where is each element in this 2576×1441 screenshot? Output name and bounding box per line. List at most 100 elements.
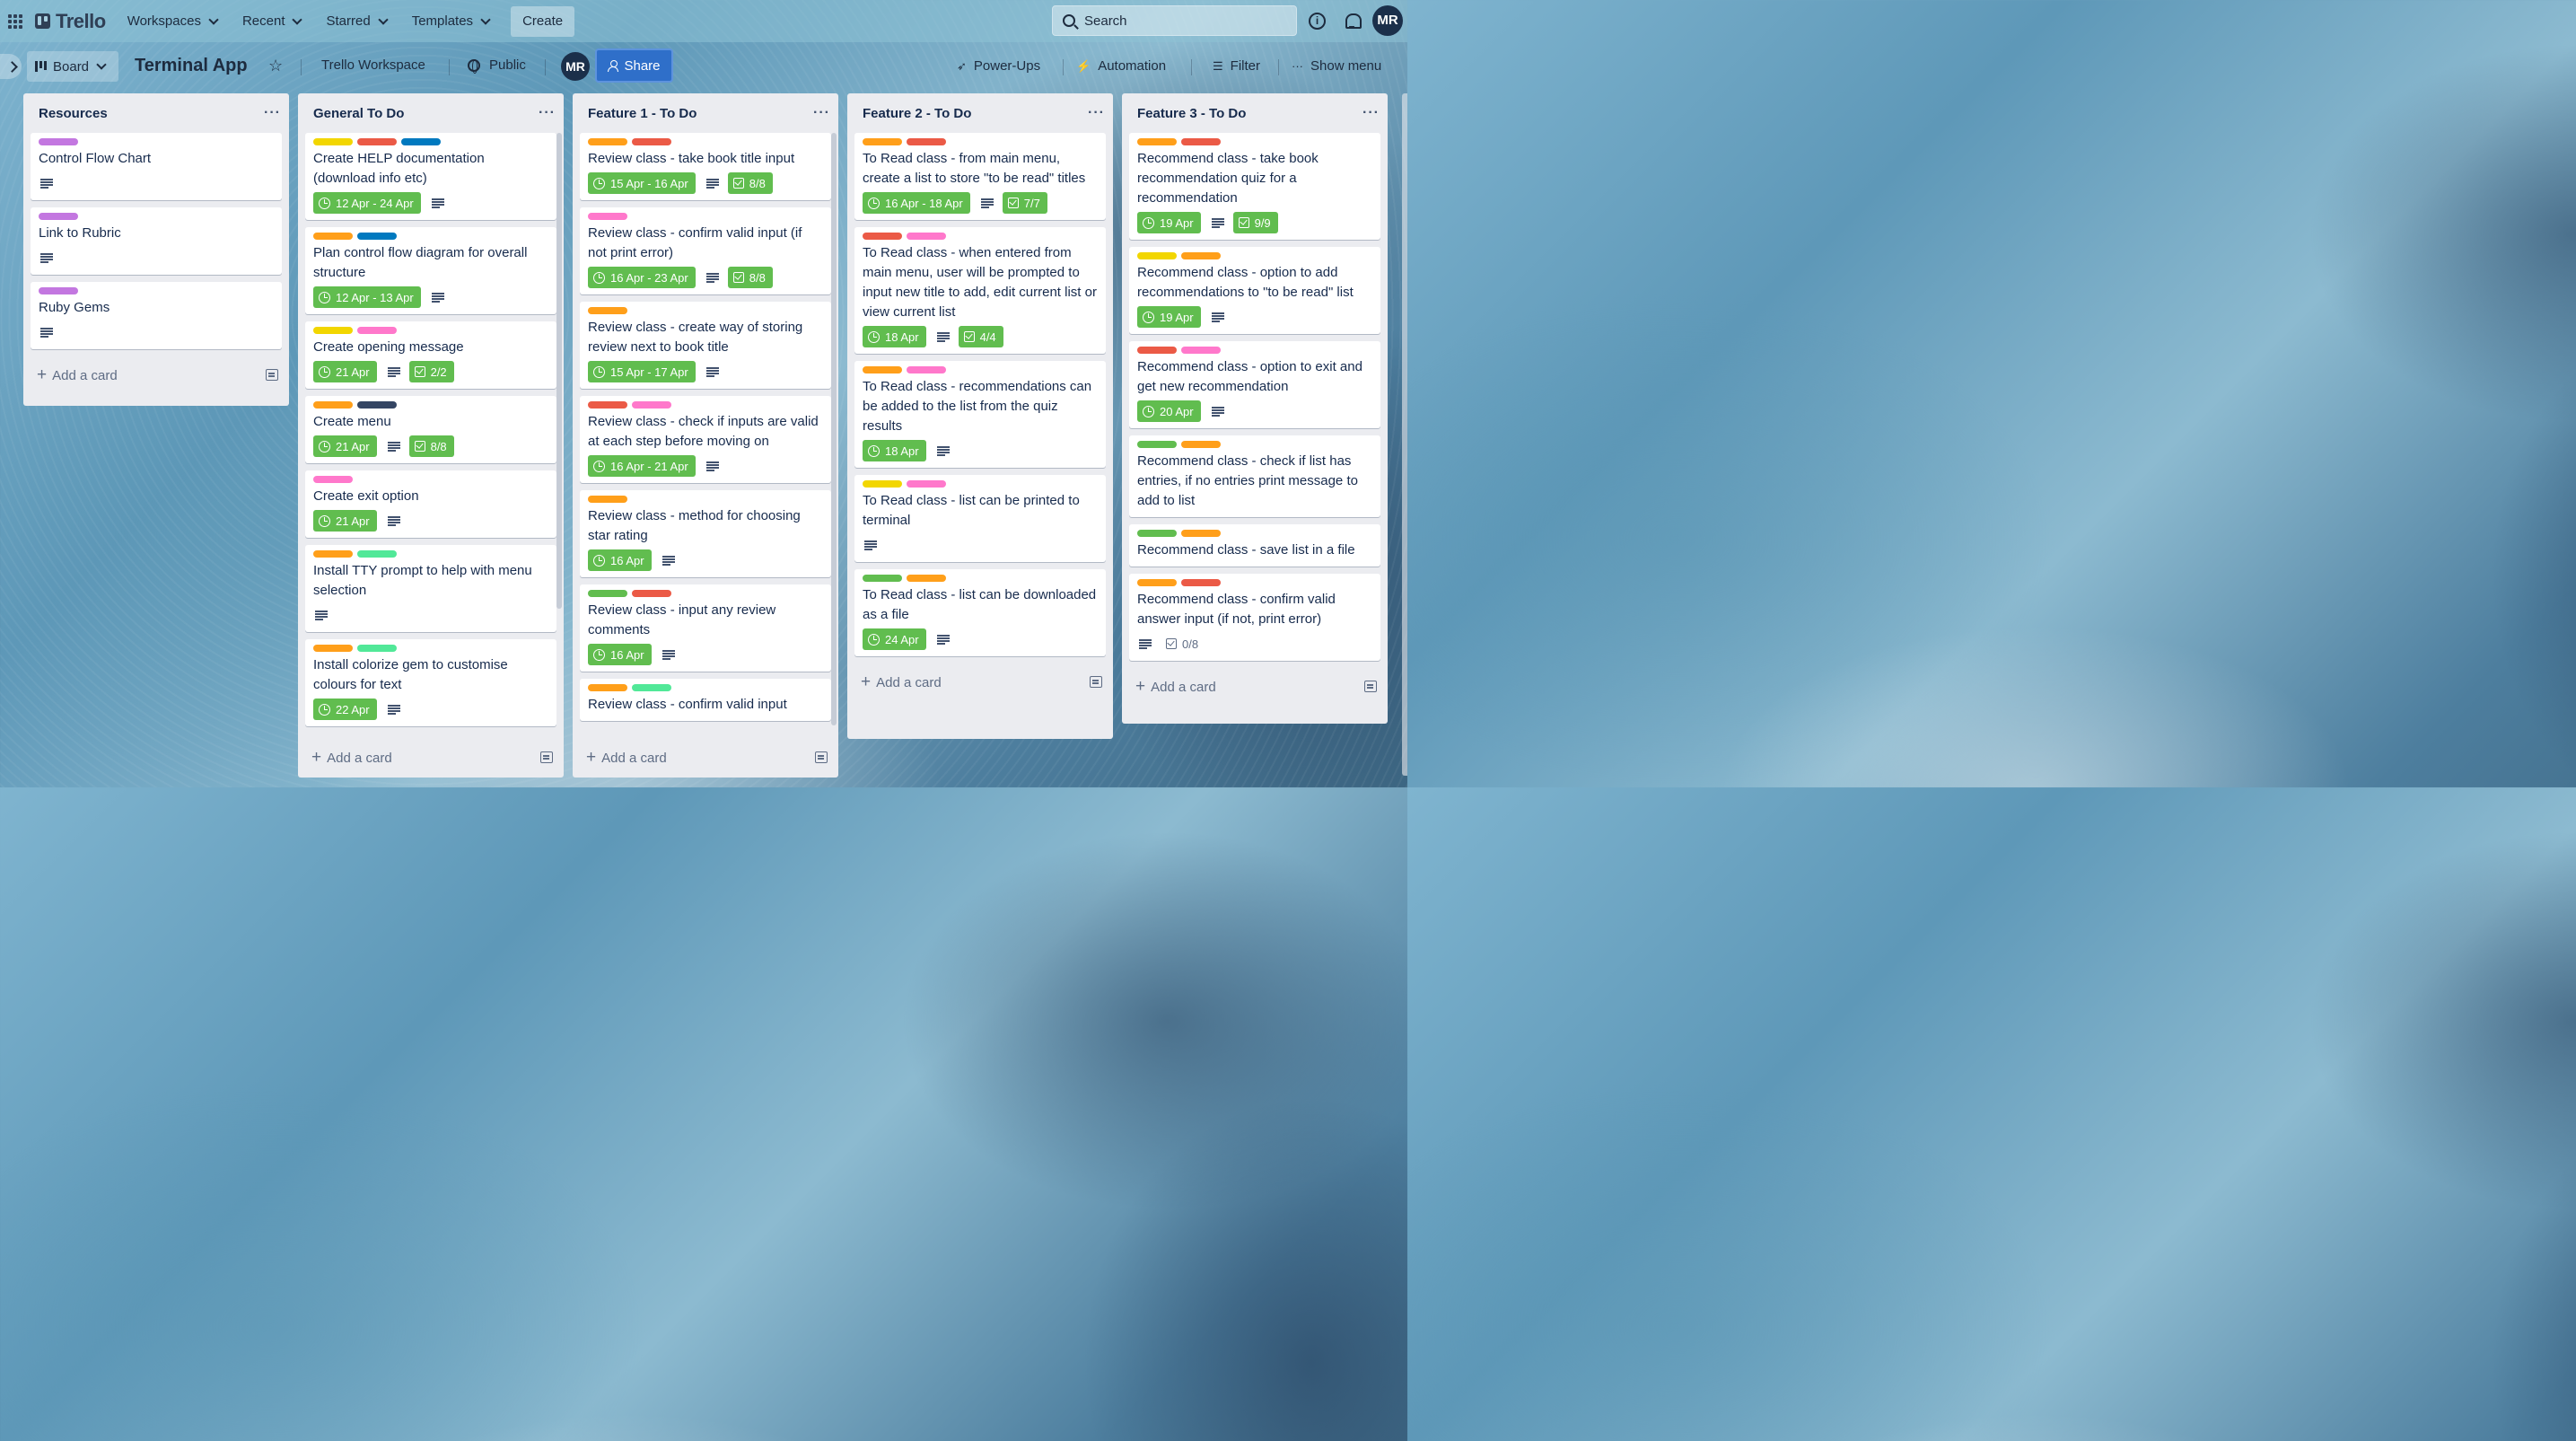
label-purple[interactable] [39, 287, 78, 294]
label-blue[interactable] [401, 138, 441, 145]
label-orange[interactable] [1181, 441, 1221, 448]
list-menu-icon[interactable]: ··· [813, 105, 830, 121]
add-card-button[interactable]: + Add a card [586, 749, 667, 766]
card[interactable]: Review class - method for choosing star … [580, 490, 831, 577]
card[interactable]: Review class - check if inputs are valid… [580, 396, 831, 483]
due-date-badge[interactable]: 16 Apr [588, 549, 652, 571]
visibility-button[interactable]: Public [468, 57, 526, 74]
label-green[interactable] [588, 590, 627, 597]
label-red[interactable] [863, 233, 902, 240]
due-date-badge[interactable]: 16 Apr [588, 644, 652, 665]
label-red[interactable] [1137, 347, 1177, 354]
due-date-badge[interactable]: 24 Apr [863, 628, 926, 650]
add-card-button[interactable]: + Add a card [861, 673, 942, 690]
share-button[interactable]: Share [595, 48, 673, 83]
add-card-button[interactable]: + Add a card [37, 366, 118, 383]
list-menu-icon[interactable]: ··· [1362, 105, 1380, 121]
label-pink[interactable] [907, 480, 946, 488]
card[interactable]: Plan control flow diagram for overall st… [305, 227, 556, 314]
card[interactable]: Create exit option 21 Apr [305, 470, 556, 538]
card[interactable]: Link to Rubric [31, 207, 282, 275]
add-card-button[interactable]: + Add a card [311, 749, 392, 766]
star-icon[interactable]: ☆ [268, 57, 283, 75]
app-switcher-icon[interactable] [8, 13, 22, 29]
card[interactable]: Create HELP documentation (download info… [305, 133, 556, 220]
due-date-badge[interactable]: 18 Apr [863, 326, 926, 347]
label-green[interactable] [1137, 530, 1177, 537]
due-date-badge[interactable]: 12 Apr - 13 Apr [313, 286, 421, 308]
label-red[interactable] [1181, 579, 1221, 586]
label-orange[interactable] [863, 366, 902, 373]
board-title[interactable]: Terminal App [135, 56, 248, 76]
due-date-badge[interactable]: 19 Apr [1137, 212, 1201, 233]
card[interactable]: Recommend class - confirm valid answer i… [1129, 574, 1380, 661]
label-yellow[interactable] [1137, 252, 1177, 259]
workspace-button[interactable]: Trello Workspace [321, 57, 425, 73]
list-scrollbar[interactable] [556, 133, 562, 609]
label-orange[interactable] [313, 233, 353, 240]
label-yellow[interactable] [313, 138, 353, 145]
list-title[interactable]: Feature 3 - To Do [1137, 106, 1246, 121]
label-blue[interactable] [357, 233, 397, 240]
trello-logo[interactable]: Trello [35, 10, 106, 33]
menu-starred[interactable]: Starred [317, 7, 395, 36]
card-template-icon[interactable] [540, 751, 553, 763]
card[interactable]: Recommend class - save list in a file [1129, 524, 1380, 567]
label-orange[interactable] [588, 307, 627, 314]
label-red[interactable] [907, 138, 946, 145]
label-orange[interactable] [588, 138, 627, 145]
card[interactable]: Review class - confirm valid input (if n… [580, 207, 831, 294]
due-date-badge[interactable]: 22 Apr [313, 699, 377, 720]
label-yellow[interactable] [313, 327, 353, 334]
card[interactable]: Recommend class - option to exit and get… [1129, 341, 1380, 428]
label-orange[interactable] [313, 645, 353, 652]
due-date-badge[interactable]: 19 Apr [1137, 306, 1201, 328]
label-pink[interactable] [313, 476, 353, 483]
card-template-icon[interactable] [1090, 675, 1102, 688]
expand-sidebar-button[interactable] [0, 54, 22, 79]
board-view-switcher[interactable]: Board [27, 51, 118, 82]
due-date-badge[interactable]: 16 Apr - 18 Apr [863, 192, 970, 214]
list-title[interactable]: Resources [39, 106, 108, 121]
power-ups-button[interactable]: ➶ Power-Ups [957, 58, 1040, 74]
label-pink[interactable] [907, 233, 946, 240]
member-avatar[interactable]: MR [561, 52, 590, 81]
automation-button[interactable]: ⚡ Automation [1076, 58, 1166, 74]
add-card-button[interactable]: + Add a card [1135, 678, 1216, 695]
card[interactable]: Create opening message 21 Apr 2/2 [305, 321, 556, 389]
card-template-icon[interactable] [1364, 680, 1377, 692]
filter-button[interactable]: ☰ Filter [1213, 58, 1260, 74]
label-red[interactable] [357, 138, 397, 145]
label-pink[interactable] [907, 366, 946, 373]
list-menu-icon[interactable]: ··· [1088, 105, 1105, 121]
label-red[interactable] [588, 401, 627, 409]
card[interactable]: Review class - take book title input 15 A… [580, 133, 831, 200]
list-menu-icon[interactable]: ··· [264, 105, 281, 121]
card[interactable]: Recommend class - take book recommendati… [1129, 133, 1380, 240]
label-orange[interactable] [1137, 138, 1177, 145]
list-menu-icon[interactable]: ··· [539, 105, 556, 121]
due-date-badge[interactable]: 15 Apr - 17 Apr [588, 361, 696, 382]
card[interactable]: Install colorize gem to customise colour… [305, 639, 556, 726]
label-orange[interactable] [313, 401, 353, 409]
label-orange[interactable] [588, 496, 627, 503]
card[interactable]: Recommend class - option to add recommen… [1129, 247, 1380, 334]
label-lime[interactable] [357, 645, 397, 652]
due-date-badge[interactable]: 16 Apr - 21 Apr [588, 455, 696, 477]
label-green[interactable] [863, 575, 902, 582]
due-date-badge[interactable]: 16 Apr - 23 Apr [588, 267, 696, 288]
menu-templates[interactable]: Templates [403, 7, 498, 36]
due-date-badge[interactable]: 21 Apr [313, 435, 377, 457]
label-lime[interactable] [632, 684, 671, 691]
card[interactable]: Create menu 21 Apr 8/8 [305, 396, 556, 463]
list-title[interactable]: Feature 1 - To Do [588, 106, 697, 121]
list-title[interactable]: General To Do [313, 106, 404, 121]
list-scrollbar[interactable] [831, 133, 837, 725]
menu-workspaces[interactable]: Workspaces [118, 7, 226, 36]
label-pink[interactable] [632, 401, 671, 409]
due-date-badge[interactable]: 20 Apr [1137, 400, 1201, 422]
due-date-badge[interactable]: 15 Apr - 16 Apr [588, 172, 696, 194]
label-yellow[interactable] [863, 480, 902, 488]
card[interactable]: To Read class - list can be printed to t… [854, 475, 1106, 562]
card[interactable]: Control Flow Chart [31, 133, 282, 200]
